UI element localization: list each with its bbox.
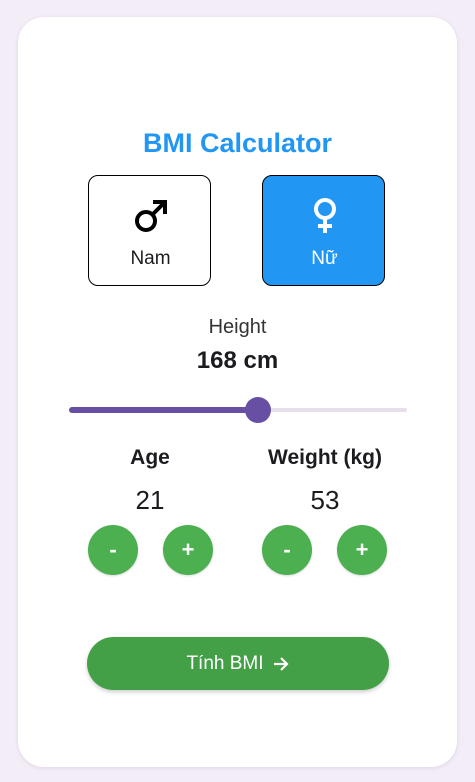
height-slider[interactable] (69, 397, 407, 423)
age-decrement-button[interactable]: - (88, 525, 138, 575)
calculate-bmi-button[interactable]: Tính BMI (87, 637, 389, 690)
weight-value: 53 (310, 485, 340, 515)
age-value: 21 (135, 485, 165, 515)
weight-decrement-button[interactable]: - (262, 525, 312, 575)
height-value: 168 cm (196, 347, 279, 374)
height-slider-fill (69, 407, 259, 413)
calculate-bmi-label: Tính BMI (186, 652, 264, 674)
age-increment-button[interactable]: + (163, 525, 213, 575)
age-label: Age (130, 446, 170, 469)
weight-label: Weight (kg) (268, 446, 382, 469)
gender-male-button[interactable]: Nam (88, 175, 211, 286)
bmi-card: BMI Calculator Nam Nữ Height 168 cm Age … (18, 17, 457, 767)
gender-female-label: Nữ (311, 248, 338, 269)
page-title: BMI Calculator (142, 128, 333, 158)
weight-increment-button[interactable]: + (337, 525, 387, 575)
male-icon (89, 196, 212, 236)
gender-male-label: Nam (130, 248, 171, 269)
height-label: Height (208, 316, 267, 338)
gender-female-button[interactable]: Nữ (262, 175, 385, 286)
female-icon (263, 196, 386, 236)
arrow-right-icon (272, 655, 290, 673)
height-slider-thumb[interactable] (245, 397, 272, 423)
